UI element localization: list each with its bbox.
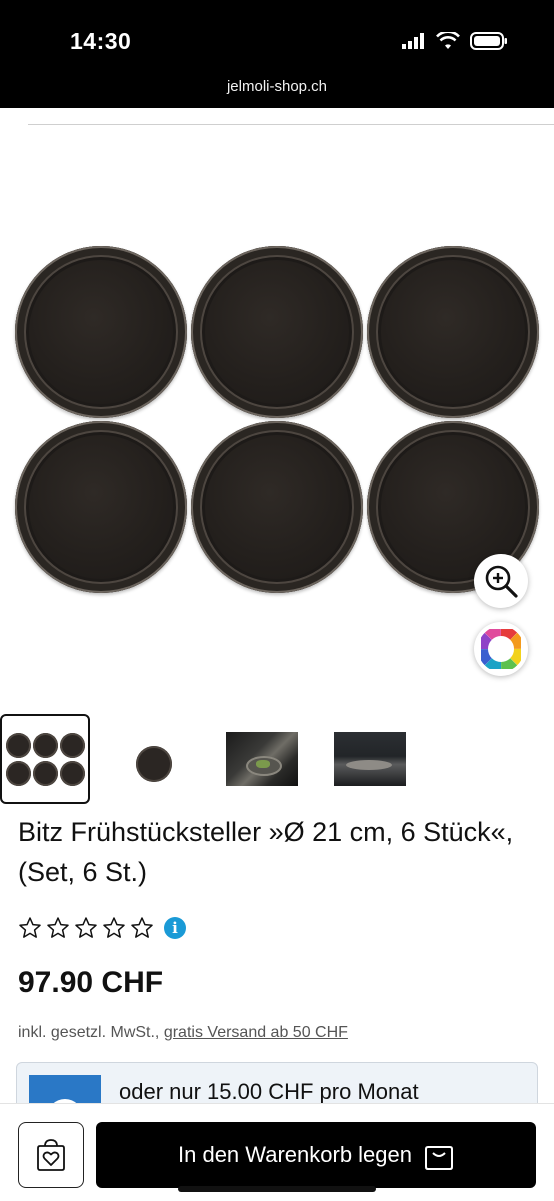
- clock: 14:30: [70, 28, 132, 54]
- thumb-garnish: [256, 760, 270, 768]
- tax-note: inkl. gesetzl. MwSt., gratis Versand ab …: [18, 1024, 348, 1042]
- star-icon: [103, 917, 125, 938]
- thumbnail-strip: [0, 714, 554, 806]
- heart-bag-icon: [37, 1139, 65, 1171]
- battery-icon: [470, 32, 507, 50]
- star-icon: [19, 917, 41, 938]
- plate-image: [15, 246, 187, 418]
- wishlist-button[interactable]: [18, 1122, 84, 1188]
- thumbnail-3[interactable]: [226, 732, 298, 786]
- thumb-plate: [6, 761, 31, 786]
- home-indicator[interactable]: [178, 1186, 376, 1192]
- add-to-cart-button[interactable]: In den Warenkorb legen: [96, 1122, 536, 1188]
- thumb-plate: [60, 761, 85, 786]
- thumb-plate: [33, 733, 58, 758]
- tax-text: inkl. gesetzl. MwSt.,: [18, 1024, 160, 1041]
- thumb-plates: [346, 760, 392, 770]
- plate-image: [367, 246, 539, 418]
- thumb-plate: [6, 733, 31, 758]
- thumbnail-1[interactable]: [0, 714, 90, 804]
- thumb-plate: [33, 761, 58, 786]
- divider: [28, 124, 554, 125]
- add-to-cart-label: In den Warenkorb legen: [178, 1142, 412, 1167]
- signal-icon: [402, 33, 424, 49]
- product-image[interactable]: [0, 126, 554, 706]
- price: 97.90 CHF: [18, 966, 164, 999]
- rating[interactable]: i: [18, 916, 186, 940]
- info-icon[interactable]: i: [164, 917, 186, 939]
- color-wheel-icon: [481, 629, 521, 669]
- star-icon: [131, 917, 153, 938]
- plate-image: [191, 421, 363, 593]
- plate-image: [191, 246, 363, 418]
- plate-image: [15, 421, 187, 593]
- product-title: Bitz Frühstücksteller »Ø 21 cm, 6 Stück«…: [18, 817, 514, 887]
- status-bar: 14:30 jelmoli-shop.ch: [0, 0, 554, 108]
- status-icons: [402, 32, 508, 50]
- star-icon: [47, 917, 69, 938]
- thumb-plate: [60, 733, 85, 758]
- thumbnail-2[interactable]: [136, 746, 172, 782]
- color-variant-button[interactable]: [474, 622, 528, 676]
- zoom-button[interactable]: [474, 554, 528, 608]
- star-icon: [75, 917, 97, 938]
- shopping-bag-icon: [425, 1146, 453, 1170]
- zoom-in-icon: [485, 565, 518, 598]
- shipping-link[interactable]: gratis Versand ab 50 CHF: [164, 1024, 348, 1041]
- thumbnail-4[interactable]: [334, 732, 406, 786]
- wifi-icon: [436, 32, 460, 49]
- url-bar[interactable]: jelmoli-shop.ch: [0, 78, 554, 95]
- financing-text: oder nur 15.00 CHF pro Monat: [119, 1079, 419, 1104]
